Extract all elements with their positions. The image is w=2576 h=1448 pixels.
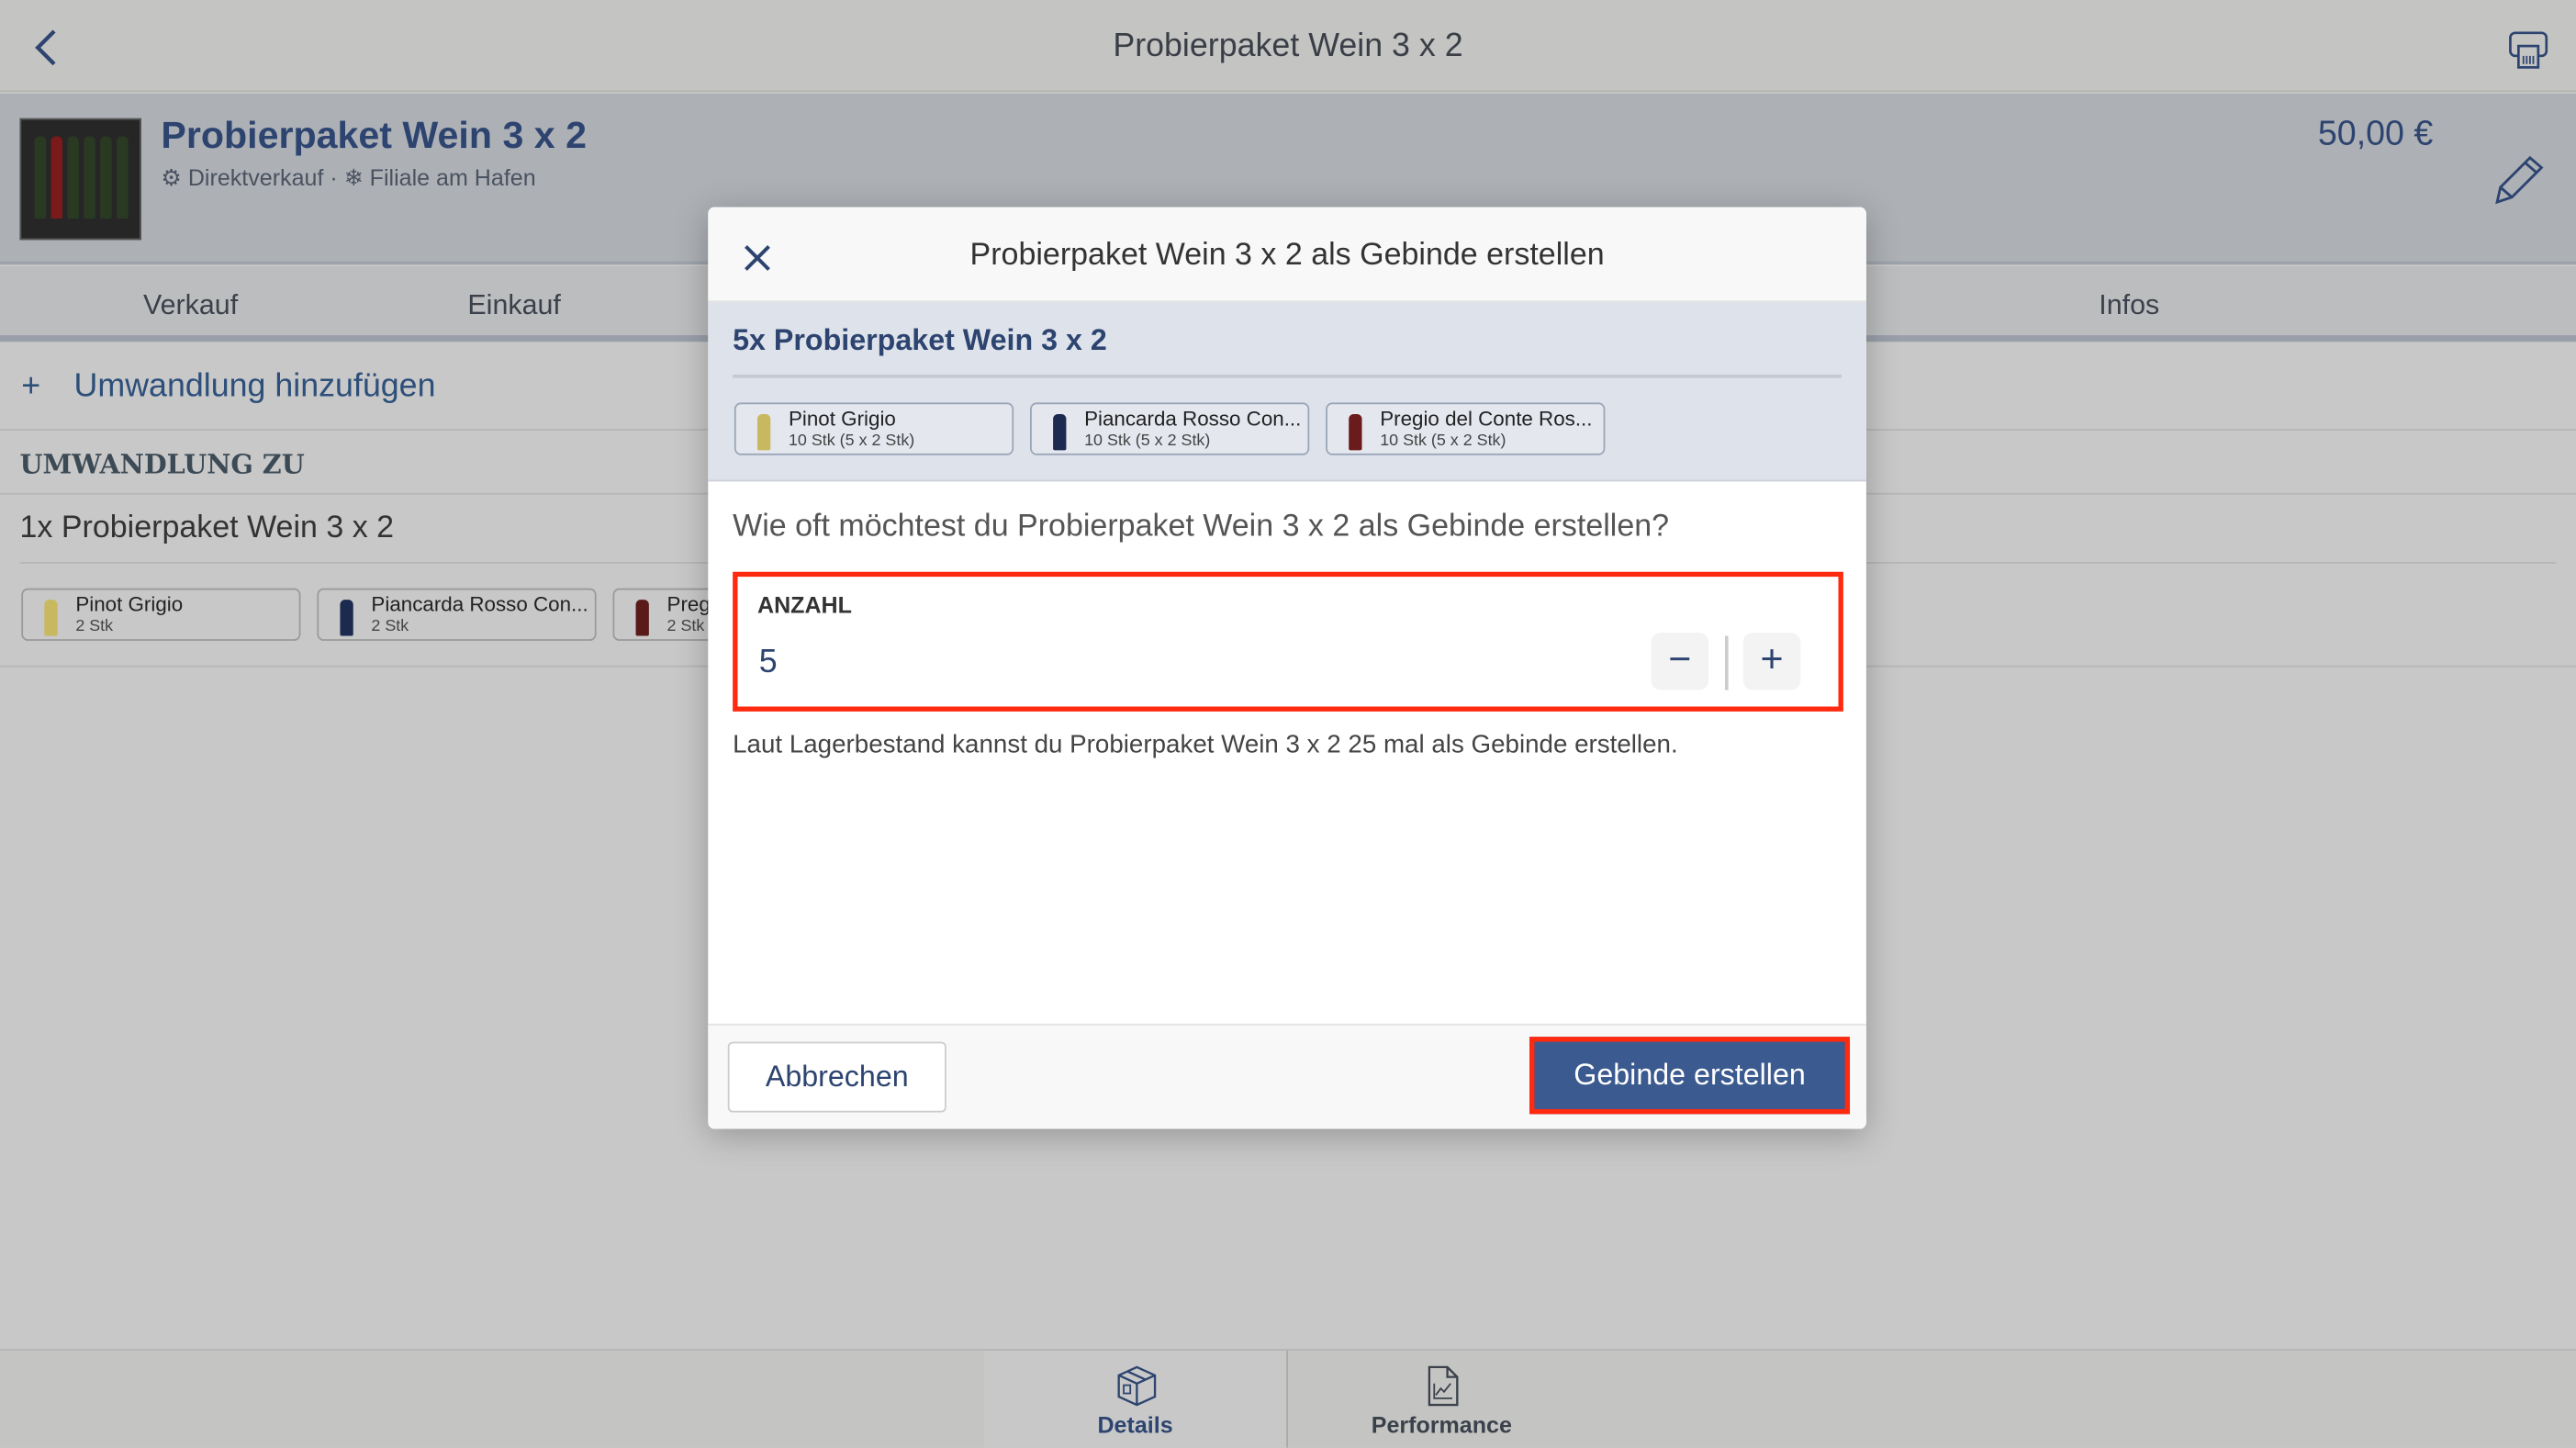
sales-gear-icon: ⚙	[161, 163, 188, 191]
bottle	[67, 136, 79, 219]
box-icon	[1117, 1365, 1157, 1407]
product-price: 50,00 €	[2317, 115, 2434, 153]
create-bundle-dialog: Probierpaket Wein 3 x 2 als Gebinde erst…	[708, 207, 1866, 1129]
conversion-title: 1x Probierpaket Wein 3 x 2	[19, 511, 395, 546]
nav-performance-label: Performance	[1371, 1411, 1512, 1438]
item-name: Piancarda Rosso Con...	[1084, 407, 1302, 431]
summary-title: 5x Probierpaket Wein 3 x 2	[733, 323, 1107, 357]
tab-einkauf[interactable]: Einkauf	[467, 289, 560, 322]
item-chip: Piancarda Rosso Con... 10 Stk (5 x 2 Stk)	[1030, 402, 1310, 455]
bottle	[50, 136, 63, 219]
label-printer-icon[interactable]	[2507, 29, 2550, 69]
bottom-nav: Details Performance	[0, 1349, 2576, 1448]
bottle-image	[329, 597, 364, 636]
divider	[733, 375, 1842, 378]
stepper-divider	[1725, 635, 1729, 690]
item-quantity: 2 Stk	[666, 617, 705, 636]
decrement-button[interactable]: −	[1651, 632, 1709, 690]
bottle	[117, 136, 129, 219]
nav-performance[interactable]: Performance	[1290, 1351, 1594, 1448]
quantity-stepper: ANZAHL 5 − +	[733, 571, 1843, 712]
increment-button[interactable]: +	[1742, 632, 1801, 690]
tab-infos[interactable]: Infos	[2099, 289, 2159, 322]
app-screen: Probierpaket Wein 3 x 2 Probierpaket Wei…	[0, 0, 2576, 1448]
item-chip: Piancarda Rosso Con... 2 Stk	[317, 588, 597, 641]
add-conversion-label: Umwandlung hinzufügen	[73, 367, 436, 405]
item-quantity: 10 Stk (5 x 2 Stk)	[1084, 432, 1211, 451]
pencil-icon[interactable]	[2491, 152, 2547, 208]
dialog-header: Probierpaket Wein 3 x 2 als Gebinde erst…	[708, 207, 1866, 303]
create-bundle-button[interactable]: Gebinde erstellen	[1529, 1037, 1851, 1115]
network-icon: ❄	[343, 163, 364, 191]
item-name: Pinot Grigio	[75, 593, 184, 617]
bottle-image	[1338, 410, 1373, 451]
dialog-title: Probierpaket Wein 3 x 2 als Gebinde erst…	[969, 238, 1605, 274]
product-image	[19, 118, 141, 241]
bottle-image	[1042, 410, 1078, 451]
channel: Direktverkauf	[187, 163, 324, 191]
bottle-image	[624, 597, 660, 636]
tab-verkauf[interactable]: Verkauf	[143, 289, 238, 322]
product-title: Probierpaket Wein 3 x 2	[161, 113, 588, 157]
bottle-image	[33, 597, 69, 636]
bottle-image	[745, 410, 781, 451]
top-bar: Probierpaket Wein 3 x 2	[0, 0, 2576, 93]
item-quantity: 10 Stk (5 x 2 Stk)	[788, 432, 915, 451]
item-chip: Pregio del Conte Ros... 10 Stk (5 x 2 Stk…	[1326, 402, 1606, 455]
item-quantity: 10 Stk (5 x 2 Stk)	[1380, 432, 1506, 451]
bundle-summary: 5x Probierpaket Wein 3 x 2 Pinot Grigio 1…	[708, 302, 1866, 482]
item-chip: Pinot Grigio 10 Stk (5 x 2 Stk)	[734, 402, 1014, 455]
product-subtitle: ⚙ Direktverkauf · ❄ Filiale am Hafen	[161, 164, 535, 192]
separator: ·	[330, 163, 338, 191]
quantity-input[interactable]: 5	[759, 644, 778, 681]
stock-hint: Laut Lagerbestand kannst du Probierpaket…	[733, 731, 1678, 759]
nav-details[interactable]: Details	[983, 1351, 1288, 1448]
item-name: Pinot Grigio	[788, 407, 896, 431]
bottle	[100, 136, 112, 219]
chart-document-icon	[1428, 1365, 1459, 1407]
item-quantity: 2 Stk	[75, 617, 114, 636]
page-title: Probierpaket Wein 3 x 2	[1113, 28, 1463, 64]
quantity-label: ANZAHL	[756, 591, 852, 618]
section-title: UMWANDLUNG ZU	[19, 448, 305, 480]
location: Filiale am Hafen	[369, 163, 536, 191]
cancel-button[interactable]: Abbrechen	[727, 1041, 946, 1113]
nav-details-label: Details	[1097, 1411, 1173, 1438]
question-text: Wie oft möchtest du Probierpaket Wein 3 …	[733, 509, 1670, 544]
plus-icon: +	[21, 367, 41, 405]
item-name: Pregio del Conte Ros...	[1380, 407, 1593, 431]
item-name: Piancarda Rosso Con...	[371, 593, 588, 617]
bottle	[84, 136, 95, 219]
dialog-footer: Abbrechen Gebinde erstellen	[708, 1023, 1866, 1129]
bottle	[34, 136, 47, 219]
item-quantity: 2 Stk	[371, 617, 409, 636]
item-chip: Pinot Grigio 2 Stk	[21, 588, 301, 641]
